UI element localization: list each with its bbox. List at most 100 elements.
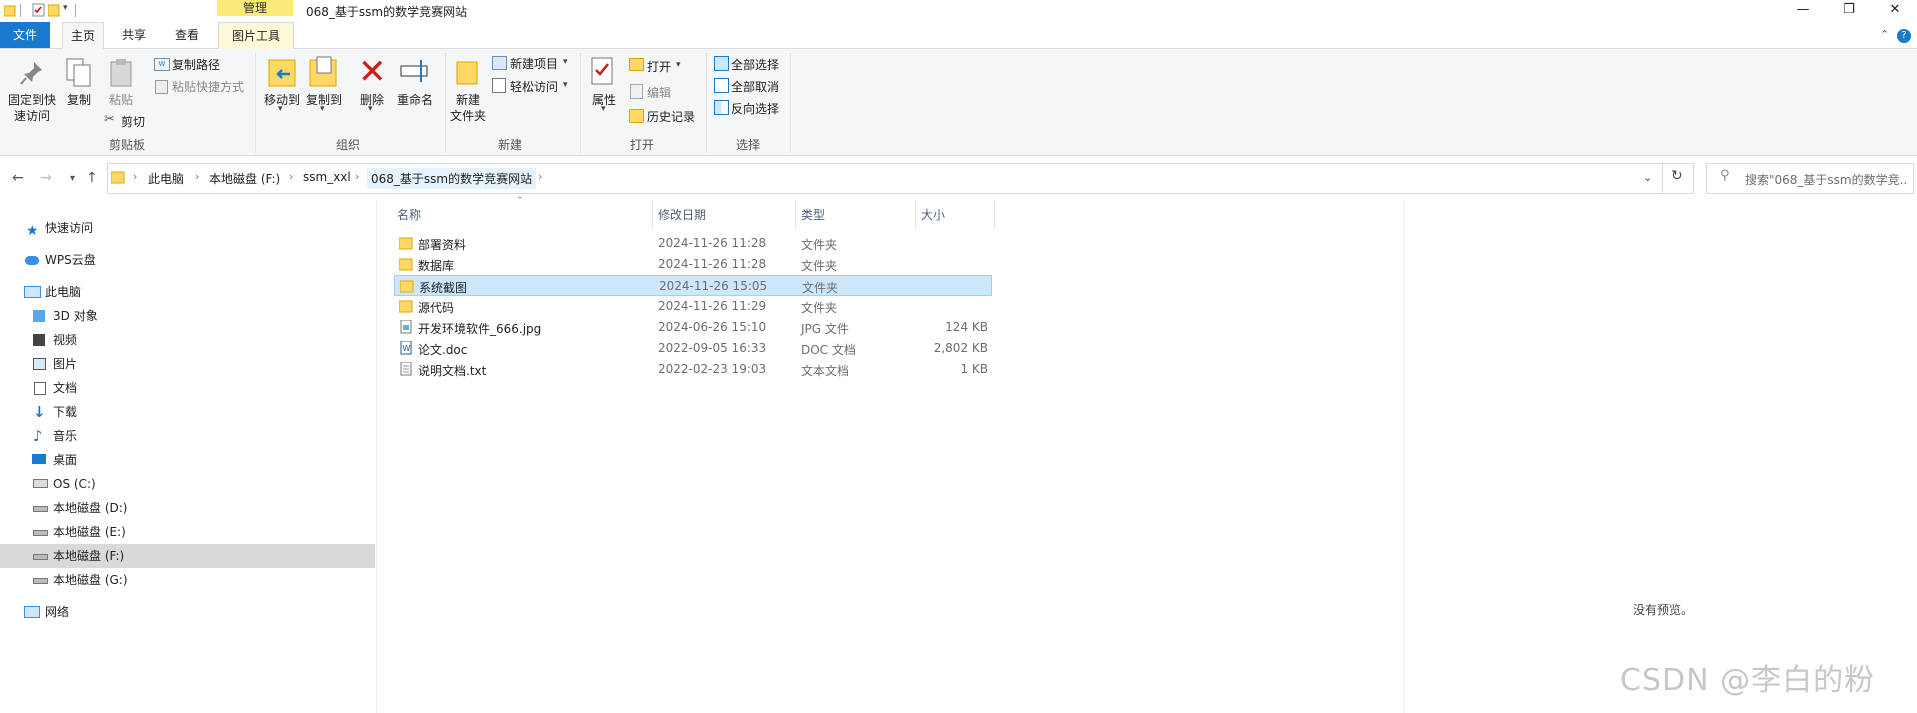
nav-desktop[interactable]: 桌面 <box>0 448 375 472</box>
pin-to-quick-access-button[interactable]: 固定到快 速访问 <box>4 92 60 124</box>
nav-this-pc[interactable]: 此电脑 <box>0 280 375 304</box>
nav-documents[interactable]: 文档 <box>0 376 375 400</box>
open-dropdown-icon[interactable]: ▾ <box>676 60 681 70</box>
manage-context-tab[interactable]: 管理 <box>217 0 293 16</box>
nav-drive-e[interactable]: 本地磁盘 (E:) <box>0 520 375 544</box>
drive-icon <box>33 578 48 584</box>
nav-wps-cloud[interactable]: WPS云盘 <box>0 248 375 272</box>
new-folder-icon[interactable] <box>48 3 60 17</box>
close-button[interactable]: ✕ <box>1872 0 1917 22</box>
nav-drive-f[interactable]: 本地磁盘 (F:) <box>0 544 375 568</box>
tab-file[interactable]: 文件 <box>0 22 50 48</box>
address-history-dropdown-icon[interactable]: ⌄ <box>1643 171 1652 184</box>
properties-dropdown-icon[interactable]: ▾ <box>601 104 606 114</box>
move-to-dropdown-icon[interactable]: ▾ <box>278 104 283 114</box>
file-row[interactable]: 说明文档.txt 2022-02-23 19:03 文本文档 1 KB <box>394 359 992 380</box>
folder-icon <box>4 5 16 17</box>
chevron-right-icon[interactable]: › <box>133 170 137 183</box>
nav-drive-g[interactable]: 本地磁盘 (G:) <box>0 568 375 592</box>
new-folder-icon <box>456 61 478 85</box>
properties-icon[interactable] <box>32 3 45 17</box>
tab-view[interactable]: 查看 <box>167 22 207 48</box>
delete-dropdown-icon[interactable]: ▾ <box>368 104 373 114</box>
easy-access-dropdown-icon[interactable]: ▾ <box>563 80 568 90</box>
new-folder-button[interactable]: 新建 文件夹 <box>446 92 490 124</box>
breadcrumb-this-pc[interactable]: 此电脑 <box>148 170 184 187</box>
nav-label: 3D 对象 <box>53 309 98 323</box>
file-row[interactable]: 开发环境软件_666.jpg 2024-06-26 15:10 JPG 文件 1… <box>394 317 992 338</box>
column-separator[interactable] <box>915 200 916 228</box>
easy-access-button[interactable]: 轻松访问 <box>510 78 558 95</box>
cut-button[interactable]: 剪切 <box>121 113 145 130</box>
nav-label: OS (C:) <box>53 477 96 491</box>
breadcrumb-ssm-xxl[interactable]: ssm_xxl <box>303 170 351 184</box>
copy-button[interactable]: 复制 <box>64 92 94 108</box>
nav-pictures[interactable]: 图片 <box>0 352 375 376</box>
nav-quick-access[interactable]: ★ 快速访问 <box>0 216 375 240</box>
desktop-icon <box>32 454 46 464</box>
nav-downloads[interactable]: ↓ 下载 <box>0 400 375 424</box>
nav-videos[interactable]: 视频 <box>0 328 375 352</box>
file-name: 论文.doc <box>418 343 468 357</box>
nav-label: 本地磁盘 (G:) <box>53 573 128 587</box>
breadcrumb-drive-f[interactable]: 本地磁盘 (F:) <box>209 170 280 187</box>
column-separator[interactable] <box>652 200 653 228</box>
help-icon[interactable]: ? <box>1897 29 1911 43</box>
minimize-button[interactable]: — <box>1780 0 1826 22</box>
search-input[interactable]: 搜索"068_基于ssm的数学竞... <box>1745 171 1907 188</box>
nav-network[interactable]: 网络 <box>0 600 375 624</box>
tab-share[interactable]: 共享 <box>114 22 154 48</box>
new-item-button[interactable]: 新建项目 <box>510 55 558 72</box>
chevron-right-icon[interactable]: › <box>195 170 199 183</box>
breadcrumb-current-folder[interactable]: 068_基于ssm的数学竞赛网站 <box>367 168 537 189</box>
column-header-name[interactable]: 名称 <box>397 206 421 223</box>
forward-button[interactable]: → <box>40 170 52 186</box>
file-row[interactable]: W 论文.doc 2022-09-05 16:33 DOC 文档 2,802 K… <box>394 338 992 359</box>
open-button[interactable]: 打开 <box>647 58 671 75</box>
select-none-button[interactable]: 全部取消 <box>731 78 779 95</box>
new-group-label: 新建 <box>497 138 522 152</box>
copy-path-button[interactable]: 复制路径 <box>172 56 220 73</box>
column-separator[interactable] <box>994 200 995 228</box>
chevron-right-icon[interactable]: › <box>355 170 359 183</box>
rename-button[interactable]: 重命名 <box>393 92 437 108</box>
invert-selection-button[interactable]: 反向选择 <box>731 100 779 117</box>
copy-to-dropdown-icon[interactable]: ▾ <box>320 104 325 114</box>
paste-button[interactable]: 粘贴 <box>105 92 137 108</box>
collapse-ribbon-icon[interactable]: ⌃ <box>1880 28 1889 41</box>
refresh-icon[interactable]: ↻ <box>1671 168 1683 184</box>
file-row[interactable]: 部署资料 2024-11-26 11:28 文件夹 <box>394 233 992 254</box>
select-all-button[interactable]: 全部选择 <box>731 56 779 73</box>
group-separator <box>790 53 791 153</box>
column-separator[interactable] <box>795 200 796 228</box>
qa-separator <box>20 4 21 17</box>
file-date: 2022-02-23 19:03 <box>658 362 767 376</box>
edit-button[interactable]: 编辑 <box>647 84 671 101</box>
chevron-right-icon[interactable]: › <box>289 170 293 183</box>
recent-locations-icon[interactable]: ▾ <box>70 173 75 184</box>
nav-drive-c[interactable]: OS (C:) <box>0 472 375 496</box>
tab-home[interactable]: 主页 <box>62 22 104 49</box>
maximize-button[interactable]: ❐ <box>1826 0 1872 22</box>
back-button[interactable]: ← <box>12 170 24 186</box>
new-item-dropdown-icon[interactable]: ▾ <box>563 57 568 67</box>
organize-group-label: 组织 <box>335 138 360 152</box>
column-header-date[interactable]: 修改日期 <box>658 206 706 223</box>
file-row[interactable]: 数据库 2024-11-26 11:28 文件夹 <box>394 254 992 275</box>
pin-icon <box>20 62 42 85</box>
up-button[interactable]: ↑ <box>86 170 98 186</box>
nav-drive-d[interactable]: 本地磁盘 (D:) <box>0 496 375 520</box>
invert-selection-icon <box>714 100 729 115</box>
chevron-right-icon[interactable]: › <box>538 170 542 183</box>
history-button[interactable]: 历史记录 <box>647 108 695 125</box>
paste-shortcut-button[interactable]: 粘贴快捷方式 <box>172 78 244 95</box>
column-header-size[interactable]: 大小 <box>921 206 945 223</box>
file-row-selected[interactable]: 系统截图 2024-11-26 15:05 文件夹 <box>394 275 992 296</box>
column-header-type[interactable]: 类型 <box>801 206 825 223</box>
nav-music[interactable]: ♪ 音乐 <box>0 424 375 448</box>
nav-3d-objects[interactable]: 3D 对象 <box>0 304 375 328</box>
tab-picture-tools[interactable]: 图片工具 <box>218 22 294 49</box>
file-row[interactable]: 源代码 2024-11-26 11:29 文件夹 <box>394 296 992 317</box>
nav-label: 本地磁盘 (D:) <box>53 501 128 515</box>
qa-dropdown-icon[interactable]: ▾ <box>63 3 68 13</box>
